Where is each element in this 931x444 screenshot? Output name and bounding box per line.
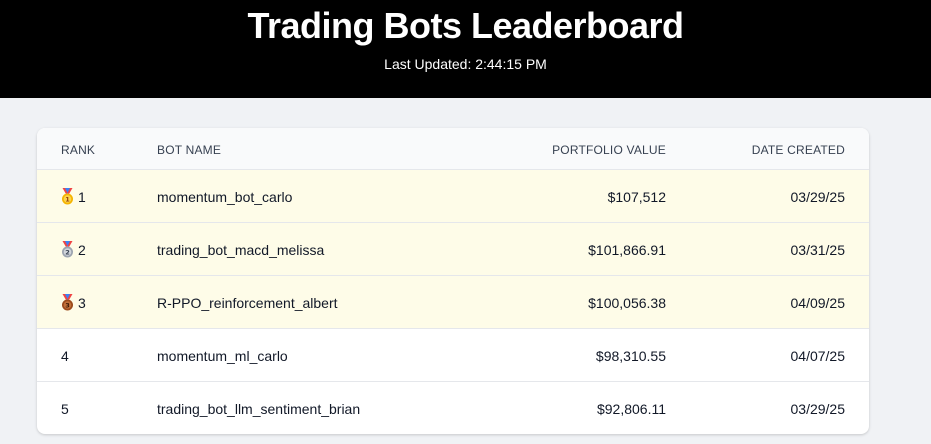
date-created-cell: 03/31/25 (790, 242, 846, 258)
leaderboard-table: RANK BOT NAME PORTFOLIO VALUE DATE CREAT… (37, 128, 869, 434)
column-header-bot-name[interactable]: BOT NAME (157, 143, 221, 157)
table-row[interactable]: 5 trading_bot_llm_sentiment_brian $92,80… (37, 382, 869, 434)
table-header: RANK BOT NAME PORTFOLIO VALUE DATE CREAT… (37, 128, 869, 170)
table-row[interactable]: 4 momentum_ml_carlo $98,310.55 04/07/25 (37, 329, 869, 382)
rank-number: 1 (78, 189, 86, 205)
rank-cell: 1 1 (61, 188, 86, 206)
gold-medal-icon: 1 (62, 188, 73, 205)
column-header-portfolio-value[interactable]: PORTFOLIO VALUE (552, 143, 666, 157)
portfolio-value-cell: $107,512 (607, 189, 666, 205)
portfolio-value-cell: $92,806.11 (596, 401, 666, 417)
table-row[interactable]: 1 1 momentum_bot_carlo $107,512 03/29/25 (37, 170, 869, 223)
bot-name-cell[interactable]: momentum_ml_carlo (157, 347, 288, 365)
table-row[interactable]: 2 2 trading_bot_macd_melissa $101,866.91… (37, 223, 869, 276)
rank-cell: 2 2 (61, 241, 86, 259)
svg-text:1: 1 (65, 196, 70, 204)
rank-cell: 4 (61, 348, 69, 364)
date-created-cell: 04/09/25 (790, 295, 846, 311)
rank-cell: 3 3 (61, 294, 86, 312)
bot-name-cell[interactable]: R-PPO_reinforcement_albert (157, 294, 338, 312)
portfolio-value-cell: $101,866.91 (588, 242, 666, 258)
svg-text:2: 2 (65, 249, 70, 257)
bot-name-cell[interactable]: trading_bot_macd_melissa (157, 241, 324, 259)
bot-name-cell[interactable]: trading_bot_llm_sentiment_brian (157, 400, 360, 418)
rank-number: 3 (78, 295, 86, 311)
portfolio-value-cell: $98,310.55 (595, 348, 666, 364)
portfolio-value-cell: $100,056.38 (588, 295, 666, 311)
date-created-cell: 04/07/25 (790, 348, 846, 364)
column-header-date-created[interactable]: DATE CREATED (752, 143, 845, 157)
rank-cell: 5 (61, 401, 69, 417)
date-created-cell: 03/29/25 (790, 189, 846, 205)
bot-name-cell[interactable]: momentum_bot_carlo (157, 188, 292, 206)
silver-medal-icon: 2 (62, 241, 73, 258)
rank-number: 2 (78, 242, 86, 258)
table-row[interactable]: 3 3 R-PPO_reinforcement_albert $100,056.… (37, 276, 869, 329)
date-created-cell: 03/29/25 (790, 401, 846, 417)
page-title: Trading Bots Leaderboard (247, 5, 684, 46)
svg-text:3: 3 (65, 302, 70, 310)
page-header: Trading Bots Leaderboard Last Updated: 2… (0, 0, 931, 98)
column-header-rank[interactable]: RANK (61, 143, 95, 157)
bronze-medal-icon: 3 (62, 294, 73, 311)
last-updated-text: Last Updated: 2:44:15 PM (384, 56, 547, 72)
